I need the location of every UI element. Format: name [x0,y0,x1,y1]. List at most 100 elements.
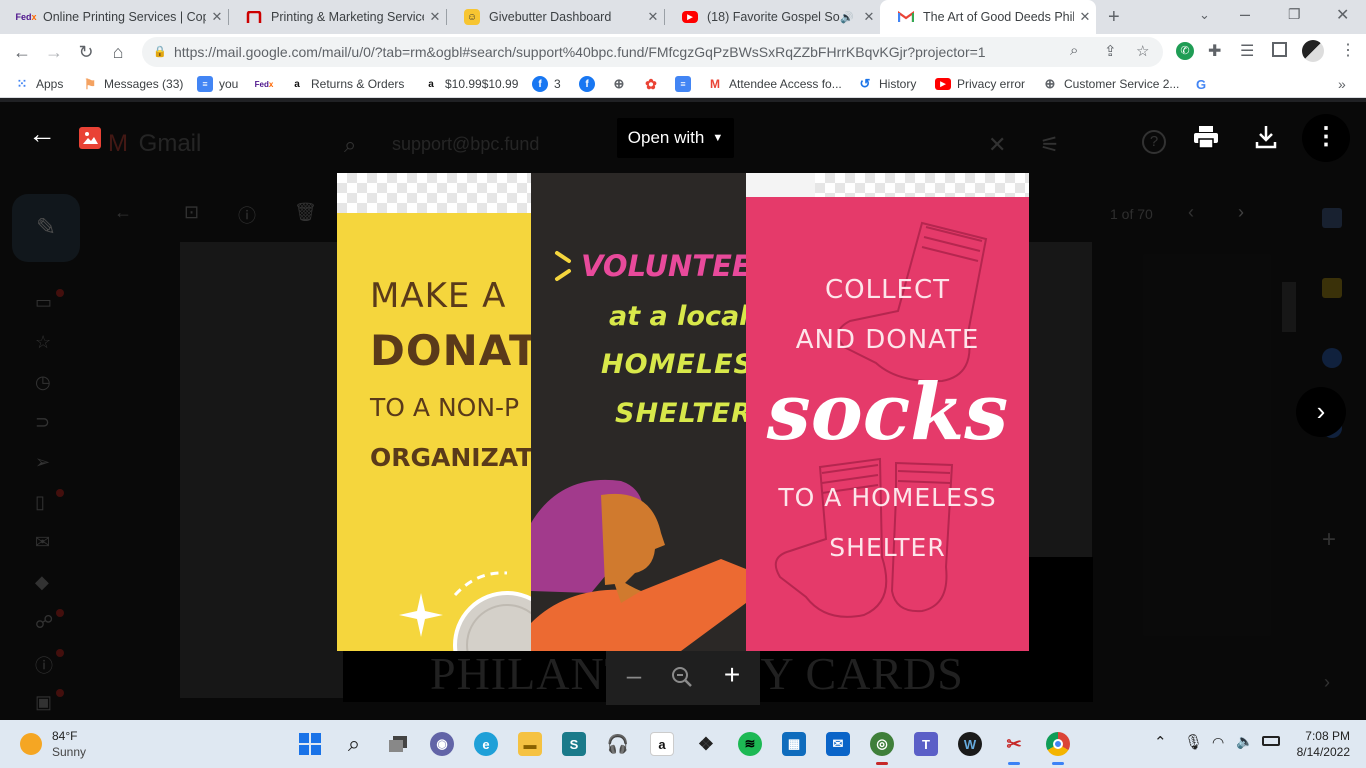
microphone-icon[interactable]: 🎙 [1184,733,1203,751]
socks-card-line4: TO A HOMELESS [778,483,997,512]
spotify-icon[interactable]: ≋ [738,732,762,756]
browser-tab-5-active[interactable]: The Art of Good Deeds Phila ✕ [880,0,1096,34]
task-view-icon[interactable] [386,732,410,756]
givebutter-icon: ☺ [464,9,480,25]
start-button[interactable] [298,732,322,756]
close-tab-icon[interactable]: ✕ [206,9,228,25]
socks-card-line5: SHELTER [829,533,946,562]
amazon-icon: a [428,78,434,90]
profile-avatar[interactable] [1302,40,1324,62]
teams-chat-icon[interactable]: ◉ [430,732,454,756]
address-bar[interactable]: 🔒 https://mail.google.com/mail/u/0/?tab=… [142,37,1163,67]
file-explorer-icon[interactable]: ▬ [518,732,542,756]
photos-icon: ✿ [645,75,657,92]
close-viewer-back-icon[interactable]: ← [28,120,56,148]
bookmark-photos[interactable]: ✿ [643,70,665,98]
bookmark-facebook[interactable]: f [579,70,601,98]
mail-app-icon[interactable]: ✉ [826,732,850,756]
back-arrow-icon[interactable]: ← [10,40,34,64]
open-with-button[interactable]: Open with ▼ [617,118,734,158]
browser-tab-2[interactable]: Printing & Marketing Service ✕ [228,0,446,34]
weather-widget[interactable]: 84°F Sunny [20,728,86,760]
more-options-icon[interactable]: ⋮ [1302,114,1350,162]
bookmark-apps[interactable]: ⁙ Apps [14,70,64,98]
download-icon[interactable] [1254,124,1278,155]
close-tab-icon[interactable]: ✕ [642,9,664,25]
edge-canary-icon[interactable]: ◎ [870,732,894,756]
tab-search-icon[interactable]: ⌄ [1199,7,1210,23]
browser-tab-3[interactable]: ☺ Givebutter Dashboard ✕ [446,0,664,34]
phone-extension-icon[interactable]: ✆ [1176,42,1194,60]
bookmark-fedex[interactable]: Fed x [255,70,278,98]
url-text[interactable]: https://mail.google.com/mail/u/0/?tab=rm… [174,44,986,60]
zoom-icon [672,667,692,687]
print-icon[interactable] [1192,124,1220,155]
volume-icon[interactable]: 🔈 [1236,733,1253,750]
chrome-icon[interactable] [1046,732,1070,756]
teams-icon[interactable]: T [914,732,938,756]
new-tab-button[interactable]: + [1108,6,1120,29]
snipping-tool-icon[interactable]: ✂ [1002,732,1026,756]
close-window-button[interactable]: ✕ [1336,5,1349,25]
chrome-menu-icon[interactable]: ⋮ [1340,40,1356,60]
close-tab-icon[interactable]: ✕ [858,9,880,25]
store-icon[interactable]: ▦ [782,732,806,756]
viewer-header: ← Open with ▼ ⋮ [0,102,1366,172]
socks-card: COLLECT AND DONATE socks TO A HOMELESS S… [746,197,1029,651]
bookmark-amazon-price[interactable]: a $10.99$10.99 [423,70,518,98]
webex-icon[interactable]: W [958,732,982,756]
headphones-app-icon[interactable]: 🎧 [606,732,630,756]
bookmark-privacy-error[interactable]: ▶ Privacy error [935,70,1025,98]
bookmark-messages[interactable]: ⚑ Messages (33) [82,70,184,98]
minimize-button[interactable]: – [1240,4,1250,25]
more-bookmarks-icon[interactable]: » [1338,70,1346,98]
forward-arrow-icon[interactable]: → [42,40,66,64]
dropbox-icon[interactable]: ❖ [694,732,718,756]
next-image-button[interactable]: › [1296,387,1346,437]
bookmark-you[interactable]: ≡ you [197,70,238,98]
wifi-icon[interactable]: ◠ [1212,734,1224,751]
bookmark-google[interactable]: G [1193,70,1215,98]
speaker-icon[interactable]: 🔊 [840,11,854,24]
zoom-reset-button[interactable] [670,665,694,694]
show-hidden-icons-chevron[interactable]: ⌃ [1154,733,1167,751]
side-panel-icon[interactable] [1272,42,1287,57]
tab-strip: Fed x Online Printing Services | Cop ✕ Pr… [0,0,1366,34]
bookmark-history[interactable]: ↺ History [857,70,917,98]
reading-list-icon[interactable]: ☰ [1240,41,1254,61]
donate-card-line2: DONAT [370,326,531,375]
clock[interactable]: 7:08 PM 8/14/2022 [1290,728,1350,760]
apps-grid-icon: ⁙ [16,76,28,91]
search-taskbar-icon[interactable]: ⌕ [342,731,366,756]
share-icon[interactable]: ⇪ [1104,42,1117,60]
bookmark-attendee-access[interactable]: M Attendee Access fo... [707,70,842,98]
home-icon[interactable]: ⌂ [106,40,130,64]
bookmark-returns-orders[interactable]: a Returns & Orders [289,70,404,98]
transparency-checker-left [337,173,531,213]
history-icon: ↺ [859,76,871,91]
close-tab-icon[interactable]: ✕ [1074,9,1096,25]
donate-card: MAKE A DONAT TO A NON-P ORGANIZAT [337,213,531,651]
browser-tab-1[interactable]: Fed x Online Printing Services | Cop ✕ [0,0,228,34]
zoom-in-button[interactable]: + [720,661,744,689]
socks-card-line1: COLLECT [824,275,951,305]
battery-icon[interactable] [1262,736,1280,746]
bookmark-customer-service[interactable]: ⊕ Customer Service 2... [1042,70,1180,98]
sun-icon [20,733,42,755]
bookmark-globe[interactable]: ⊕ [611,70,633,98]
bookmark-docs[interactable]: ≡ [675,70,697,98]
close-tab-icon[interactable]: ✕ [424,9,446,25]
restore-button[interactable]: ❐ [1288,6,1301,23]
edge-icon[interactable]: e [474,732,498,756]
lock-icon[interactable]: 🔒 [153,45,167,58]
zoom-magnifier-icon[interactable]: ⌕ [1070,42,1078,59]
bookmark-facebook-3[interactable]: f 3 [532,70,561,98]
bookmark-star-icon[interactable]: ☆ [1136,42,1149,60]
facebook-icon: f [532,76,548,92]
browser-tab-4[interactable]: ▶ (18) Favorite Gospel Son 🔊 ✕ [664,0,880,34]
amazon-taskbar-icon[interactable]: a [650,732,674,756]
reload-icon[interactable]: ↻ [74,40,98,64]
zoom-out-button[interactable]: – [622,662,646,688]
extensions-puzzle-icon[interactable]: ✚ [1208,41,1221,61]
app-s-icon[interactable]: S [562,732,586,756]
